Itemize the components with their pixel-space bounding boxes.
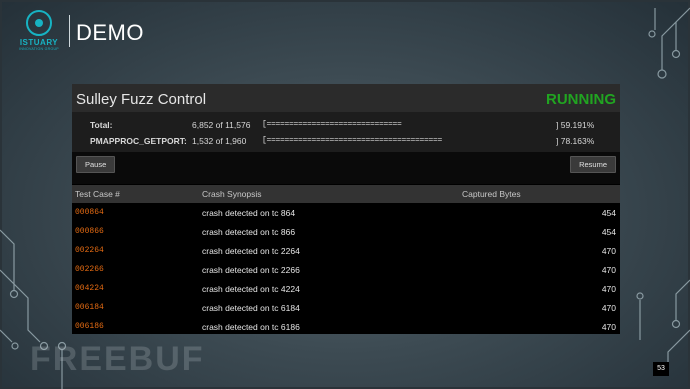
resume-button[interactable]: Resume — [570, 156, 616, 173]
stat-percent: ] 59.191% — [556, 120, 595, 130]
stat-count: 1,532 of 1,960 — [192, 136, 247, 146]
captured-bytes: 454 — [601, 227, 616, 237]
test-case-link[interactable]: 000866 — [75, 227, 104, 236]
crash-synopsis: crash detected on tc 6184 — [202, 303, 300, 313]
progress-stats: Total: 6,852 of 11,576 [================… — [72, 112, 620, 152]
fuzz-control-panel: Sulley Fuzz Control RUNNING Total: 6,852… — [72, 84, 620, 334]
test-case-link[interactable]: 002264 — [75, 246, 104, 255]
logo-name: ISTUARY — [19, 38, 59, 47]
logo-subtitle: INNOVATION GROUP — [19, 47, 59, 51]
test-case-link[interactable]: 002266 — [75, 265, 104, 274]
app-title: Sulley Fuzz Control — [76, 91, 207, 108]
stat-row-total: Total: 6,852 of 11,576 [================… — [72, 120, 620, 134]
logo-divider — [69, 15, 70, 47]
captured-bytes: 454 — [601, 208, 616, 218]
stat-count: 6,852 of 11,576 — [192, 120, 251, 130]
crash-synopsis: crash detected on tc 2266 — [202, 265, 300, 275]
table-row[interactable]: 004224 crash detected on tc 4224 470 — [72, 279, 620, 298]
crash-table: 000864 crash detected on tc 864 454 0008… — [72, 203, 620, 336]
table-row[interactable]: 000864 crash detected on tc 864 454 — [72, 203, 620, 222]
captured-bytes: 470 — [601, 322, 616, 332]
captured-bytes: 470 — [601, 303, 616, 313]
stat-progress-bar: [============================== — [262, 120, 402, 129]
table-header: Test Case # Crash Synopsis Captured Byte… — [72, 185, 620, 203]
page-number: 53 — [653, 362, 669, 376]
table-row[interactable]: 006186 crash detected on tc 6186 470 — [72, 317, 620, 336]
status-badge: RUNNING — [546, 91, 616, 108]
captured-bytes: 470 — [601, 246, 616, 256]
table-row[interactable]: 002264 crash detected on tc 2264 470 — [72, 241, 620, 260]
crash-synopsis: crash detected on tc 6186 — [202, 322, 300, 332]
crash-synopsis: crash detected on tc 2264 — [202, 246, 300, 256]
test-case-link[interactable]: 004224 — [75, 284, 104, 293]
crash-synopsis: crash detected on tc 864 — [202, 208, 296, 218]
table-row[interactable]: 006184 crash detected on tc 6184 470 — [72, 298, 620, 317]
captured-bytes: 470 — [601, 284, 616, 294]
captured-bytes: 470 — [601, 265, 616, 275]
column-header-crash-synopsis: Crash Synopsis — [202, 189, 262, 199]
watermark: FREEBUF — [30, 340, 205, 378]
table-row[interactable]: 002266 crash detected on tc 2266 470 — [72, 260, 620, 279]
slide-title: DEMO — [76, 20, 144, 45]
test-case-link[interactable]: 006186 — [75, 322, 104, 331]
logo-emblem-icon — [26, 10, 52, 36]
stat-percent: ] 78.163% — [556, 136, 595, 146]
stat-label: PMAPPROC_GETPORT: — [90, 136, 187, 146]
column-header-test-case: Test Case # — [75, 189, 120, 199]
table-row[interactable]: 000866 crash detected on tc 866 454 — [72, 222, 620, 241]
test-case-link[interactable]: 000864 — [75, 208, 104, 217]
column-header-captured-bytes: Captured Bytes — [462, 189, 521, 199]
stat-progress-bar: [======================================= — [262, 136, 443, 145]
test-case-link[interactable]: 006184 — [75, 303, 104, 312]
control-bar: Pause Resume — [72, 152, 620, 184]
stat-label: Total: — [90, 120, 113, 130]
logo: ISTUARY INNOVATION GROUP — [14, 10, 64, 51]
panel-header: Sulley Fuzz Control RUNNING — [72, 84, 620, 112]
stat-row-pmapproc: PMAPPROC_GETPORT: 1,532 of 1,960 [======… — [72, 136, 620, 150]
crash-synopsis: crash detected on tc 4224 — [202, 284, 300, 294]
pause-button[interactable]: Pause — [76, 156, 116, 173]
crash-synopsis: crash detected on tc 866 — [202, 227, 296, 237]
